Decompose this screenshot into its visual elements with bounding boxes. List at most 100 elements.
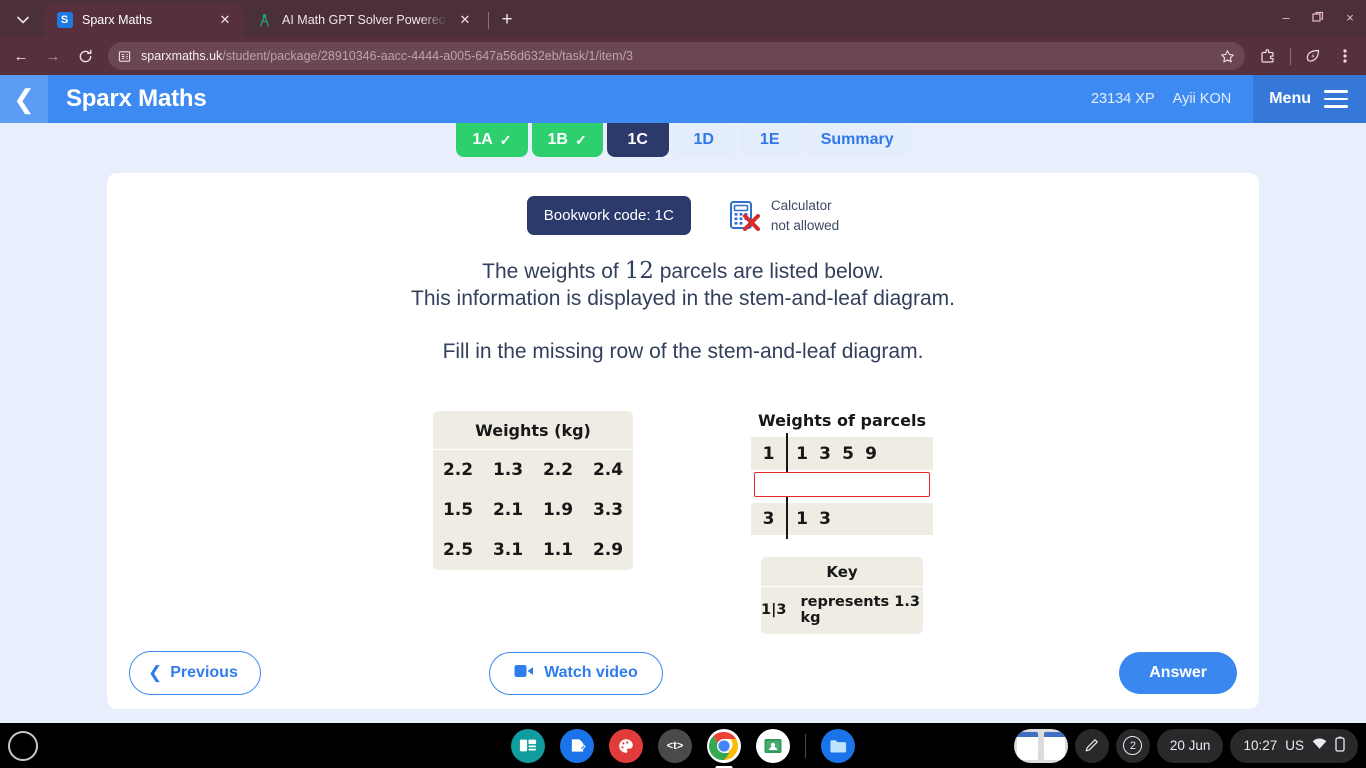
address-bar[interactable]: sparxmaths.uk/student/package/28910346-a… (108, 42, 1245, 70)
previous-button[interactable]: ❮ Previous (129, 651, 261, 695)
code-icon[interactable]: <t> (658, 728, 692, 763)
menu-button[interactable]: Menu (1253, 75, 1366, 123)
launcher-icon[interactable] (8, 730, 38, 761)
browser-window: S Sparx Maths ✕ AI Math GPT Solver Power… (0, 0, 1366, 723)
web-page: ❮ Sparx Maths 23134 XP Ayii KON Menu 1A … (0, 75, 1366, 723)
hamburger-icon (1324, 90, 1348, 108)
table-row: 2.5 3.1 1.1 2.9 (433, 530, 633, 570)
question-text: The weights of 12 parcels are listed bel… (107, 257, 1259, 366)
shelf-left (8, 730, 38, 761)
calculator-line-1: Calculator (770, 198, 832, 214)
shelf-apps: <t> (511, 728, 855, 763)
calculator-line-2: not allowed (770, 217, 840, 233)
tab-1c[interactable]: 1C (606, 123, 669, 157)
sparx-favicon: S (56, 12, 73, 29)
new-tab-button[interactable]: + (493, 6, 521, 34)
energy-saver-icon[interactable] (1298, 41, 1328, 71)
page-back-button[interactable]: ❮ (0, 75, 48, 123)
xp-counter: 23134 XP (1090, 91, 1155, 107)
close-icon[interactable]: ✕ (216, 11, 234, 29)
table-cell: 2.5 (442, 540, 474, 561)
window-controls: – × (1270, 0, 1366, 34)
clock-label: 10:27 (1243, 738, 1278, 753)
video-camera-icon (514, 664, 534, 683)
question-card: Bookwork code: 1C Calculator not allowed (107, 173, 1259, 709)
leaf-value: 9 (865, 443, 877, 464)
answer-input[interactable] (754, 472, 930, 498)
docs-icon[interactable] (560, 728, 594, 763)
page-title: Sparx Maths (66, 85, 207, 112)
stylus-icon[interactable] (1074, 728, 1109, 763)
notification-badge[interactable]: 2 (1115, 728, 1150, 763)
weights-table: Weights (kg) 2.2 1.3 2.2 2.4 1.5 2.1 1.9… (433, 411, 633, 571)
browser-tab-sparx[interactable]: S Sparx Maths ✕ (44, 3, 244, 37)
maximize-icon[interactable] (1302, 0, 1334, 34)
chrome-menu-icon[interactable] (1330, 41, 1360, 71)
tab-search-button[interactable] (4, 5, 42, 35)
date-indicator[interactable]: 20 Jun (1156, 728, 1224, 763)
table-row: 1.5 2.1 1.9 3.3 (433, 490, 633, 530)
task-tabs: 1A ✓ 1B ✓ 1C 1D 1E Summary (0, 123, 1366, 163)
key-description: represents 1.3 kg (800, 594, 920, 627)
tab-1d[interactable]: 1D (672, 123, 735, 157)
screenshot-thumbnail[interactable] (1013, 728, 1068, 763)
tab-label: 1E (759, 131, 780, 148)
tab-label: 1D (693, 131, 714, 148)
reload-icon[interactable] (70, 41, 100, 71)
back-icon[interactable]: ← (6, 41, 36, 71)
tab-summary[interactable]: Summary (804, 123, 910, 157)
question-line-1-pre: The weights of (482, 260, 625, 283)
status-area[interactable]: 10:27 US (1230, 728, 1358, 763)
stem-leaf-diagram: 1 1 3 5 9 3 1 3 (751, 433, 933, 540)
table-row: 2.2 1.3 2.2 2.4 (433, 450, 633, 490)
news-icon[interactable] (511, 728, 545, 763)
browser-tab-aimath[interactable]: AI Math GPT Solver Powered by ✕ (244, 3, 484, 37)
extensions-icon[interactable] (1253, 41, 1283, 71)
calculator-not-allowed-icon (727, 199, 761, 233)
watch-video-label: Watch video (544, 664, 638, 681)
site-info-icon[interactable] (116, 48, 133, 65)
table-cell: 1.5 (442, 500, 474, 521)
table-cell: 3.3 (592, 500, 624, 521)
calculator-text: Calculator not allowed (771, 196, 839, 234)
key-header: Key (761, 557, 923, 588)
tab-title: AI Math GPT Solver Powered by (282, 13, 447, 27)
stem-leaf-row: 3 1 3 (751, 502, 933, 536)
table-cell: 2.2 (542, 460, 574, 481)
tab-divider (488, 12, 489, 29)
chevron-left-icon: ❮ (148, 663, 163, 682)
bookmark-star-icon[interactable] (1213, 42, 1241, 70)
close-window-icon[interactable]: × (1334, 0, 1366, 34)
question-line-3: Fill in the missing row of the stem-and-… (442, 340, 924, 364)
answer-button[interactable]: Answer (1119, 652, 1237, 694)
leaf-value: 1 (796, 443, 808, 464)
question-line-2: This information is displayed in the ste… (411, 287, 955, 311)
question-line-1-post: parcels are listed below. (653, 260, 884, 283)
leaf-value: 5 (842, 443, 854, 464)
key-body: 1|3 represents 1.3 kg (761, 587, 923, 634)
browser-toolbar: ← → sparxmaths.uk/student/package/289103… (0, 37, 1366, 75)
tab-strip: S Sparx Maths ✕ AI Math GPT Solver Power… (0, 0, 1366, 37)
stem-value: 1 (762, 443, 775, 464)
minimize-icon[interactable]: – (1270, 0, 1302, 34)
close-icon[interactable]: ✕ (456, 11, 474, 29)
stem-leaf-row: 1 1 3 5 9 (751, 437, 933, 471)
tab-1b[interactable]: 1B ✓ (531, 123, 603, 157)
stem-leaf-answer-row[interactable] (751, 472, 933, 500)
tab-label: 1C (627, 131, 648, 148)
tab-1e[interactable]: 1E (738, 123, 801, 157)
forward-icon[interactable]: → (38, 41, 68, 71)
chrome-icon[interactable] (707, 728, 741, 763)
paint-icon[interactable] (609, 728, 643, 763)
leaf-value: 1 (796, 509, 808, 530)
url-text: sparxmaths.uk/student/package/28910346-a… (141, 49, 1205, 63)
text-spacer (107, 313, 1259, 339)
date-label: 20 Jun (1169, 738, 1211, 753)
wifi-icon (1312, 738, 1327, 753)
classroom-icon[interactable] (756, 728, 790, 763)
files-icon[interactable] (821, 728, 855, 763)
card-footer: ❮ Previous Watch video Answer (107, 637, 1259, 709)
tab-1a[interactable]: 1A ✓ (456, 123, 528, 157)
tab-label: Summary (820, 131, 894, 148)
watch-video-button[interactable]: Watch video (489, 651, 663, 695)
